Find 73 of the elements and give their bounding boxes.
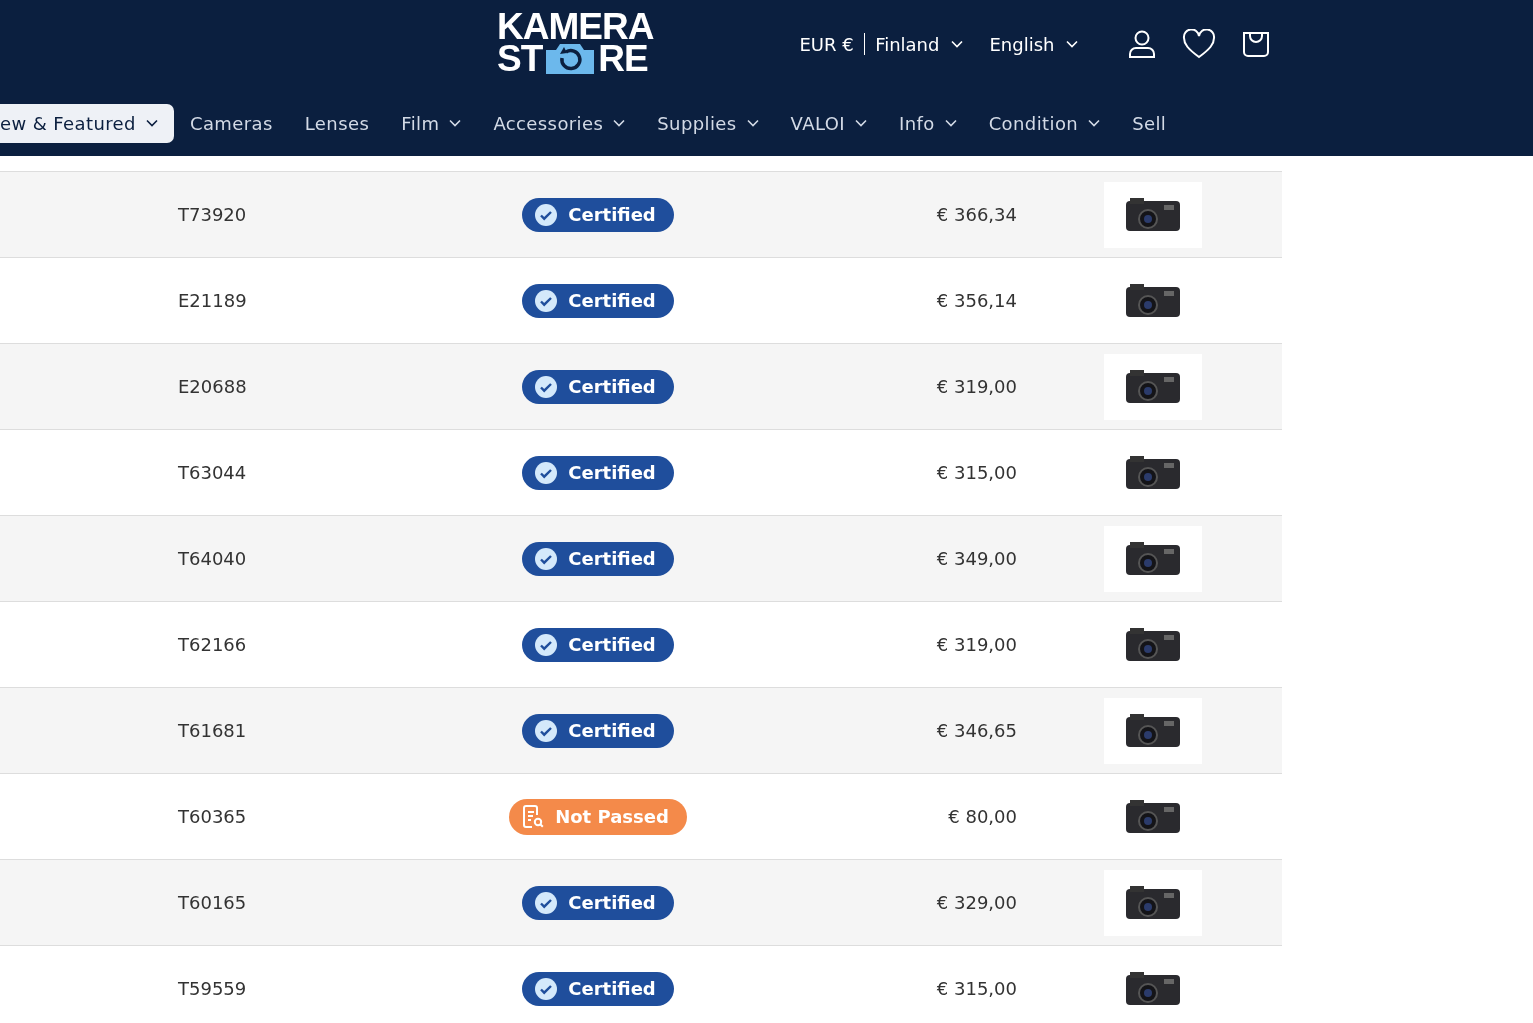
- status-badge: Not Passed: [509, 798, 687, 835]
- status-badge: Certified: [522, 885, 674, 920]
- nav-menu-item[interactable]: Condition: [972, 103, 1117, 143]
- price-cell-text: € 315,00: [935, 978, 1017, 999]
- price-cell-text: € 319,00: [935, 634, 1017, 655]
- chevron-down-icon: [854, 119, 867, 127]
- camera-photo-placeholder[interactable]: [1104, 697, 1202, 764]
- price-cell-text: € 329,00: [935, 892, 1017, 913]
- logo-text[interactable]: RE: [598, 44, 648, 74]
- sku-cell-text: E21189: [178, 290, 248, 311]
- logo-text[interactable]: ST: [497, 44, 543, 74]
- account-icon[interactable]: [1128, 29, 1157, 59]
- check-circle-icon: [534, 632, 559, 657]
- status-badge: Certified: [522, 369, 674, 404]
- price-cell-text: € 315,00: [935, 462, 1017, 483]
- status-badge: Certified: [522, 541, 674, 576]
- nav-menu-item[interactable]: Supplies: [641, 103, 775, 143]
- camera-photo-placeholder[interactable]: [1104, 869, 1202, 936]
- check-circle-icon: [534, 890, 559, 915]
- camera-photo-placeholder[interactable]: [1104, 525, 1202, 592]
- document-search-icon: [521, 803, 546, 830]
- price-cell-text: € 319,00: [935, 376, 1017, 397]
- chevron-down-icon: [746, 119, 759, 127]
- sku-cell-text: T60365: [178, 806, 248, 827]
- sku-cell-text: T60165: [178, 892, 248, 913]
- shopping-bag-icon[interactable]: [1242, 30, 1271, 58]
- nav-menu-item[interactable]: Info: [882, 103, 973, 143]
- nav-menu-item[interactable]: Lenses: [288, 103, 386, 143]
- nav-menu-item[interactable]: VALOI: [774, 103, 883, 143]
- price-cell-text: € 346,65: [935, 720, 1017, 741]
- country-selector[interactable]: Finland: [875, 33, 964, 55]
- chevron-down-icon: [1066, 40, 1079, 48]
- sku-cell-text: T62166: [178, 634, 248, 655]
- status-badge: Certified: [522, 197, 674, 232]
- price-cell-text: € 366,34: [935, 204, 1017, 225]
- status-badge: Certified: [522, 971, 674, 1006]
- chevron-down-icon: [951, 40, 964, 48]
- logo-text[interactable]: KAMERA: [497, 12, 654, 42]
- check-circle-icon: [534, 288, 559, 313]
- currency-selector[interactable]: EUR €: [799, 33, 854, 55]
- price-cell-text: € 349,00: [935, 548, 1017, 569]
- nav-menu-item[interactable]: Sell: [1116, 103, 1183, 143]
- status-badge: Certified: [522, 283, 674, 318]
- sku-cell-text: T63044: [178, 462, 248, 483]
- camera-photo-placeholder[interactable]: [1104, 181, 1202, 248]
- nav-menu-item[interactable]: ew & Featured: [0, 103, 174, 143]
- nav-menu-item[interactable]: Accessories: [477, 103, 642, 143]
- nav-menu-item[interactable]: Cameras: [173, 103, 289, 143]
- camera-photo-placeholder[interactable]: [1104, 353, 1202, 420]
- check-circle-icon: [534, 202, 559, 227]
- check-circle-icon: [534, 460, 559, 485]
- price-cell-text: € 80,00: [947, 806, 1017, 827]
- heart-icon[interactable]: [1182, 29, 1217, 59]
- sku-cell-text: T61681: [178, 720, 248, 741]
- sku-cell-text: T64040: [178, 548, 248, 569]
- sku-cell-text: T73920: [178, 204, 248, 225]
- check-circle-icon: [534, 546, 559, 571]
- check-circle-icon: [534, 718, 559, 743]
- chevron-down-icon: [1088, 119, 1101, 127]
- check-circle-icon: [534, 374, 559, 399]
- price-cell-text: € 356,14: [935, 290, 1017, 311]
- language-selector[interactable]: English: [989, 33, 1079, 55]
- chevron-down-icon: [449, 119, 462, 127]
- nav-menu-item[interactable]: Film: [385, 103, 478, 143]
- status-badge: Certified: [522, 627, 674, 662]
- status-badge: Certified: [522, 713, 674, 748]
- status-badge: Certified: [522, 455, 674, 490]
- sku-cell-text: E20688: [178, 376, 248, 397]
- chevron-down-icon: [944, 119, 957, 127]
- chevron-down-icon: [613, 119, 626, 127]
- chevron-down-icon: [145, 119, 158, 127]
- sku-cell-text: T59559: [178, 978, 248, 999]
- check-circle-icon: [534, 976, 559, 1001]
